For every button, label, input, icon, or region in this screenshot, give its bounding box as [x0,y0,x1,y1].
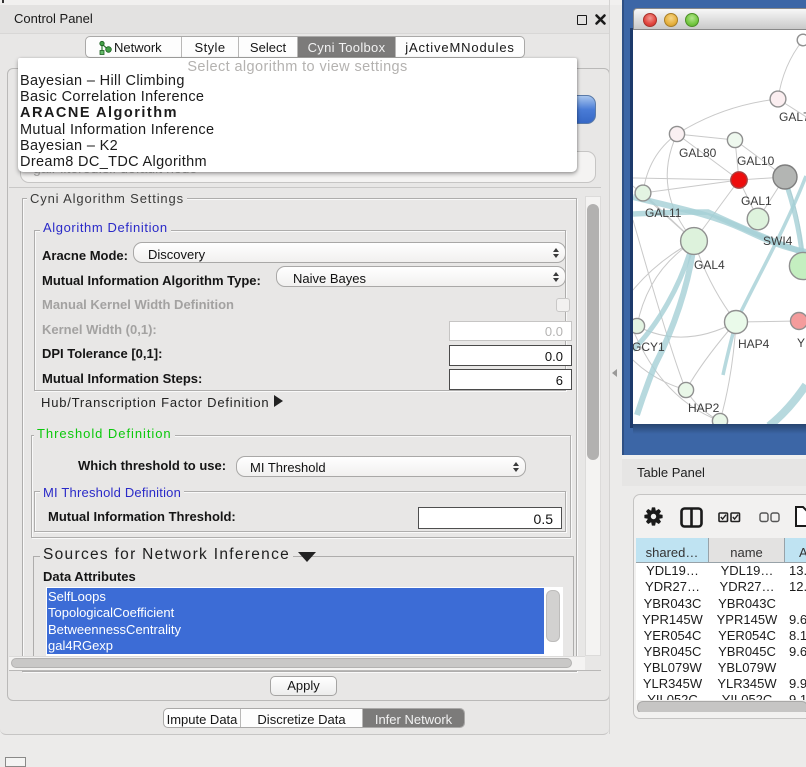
svg-text:GAL1: GAL1 [741,194,772,208]
svg-text:GAL80: GAL80 [679,146,717,160]
svg-text:GAL7: GAL7 [779,110,806,124]
svg-text:SWI4: SWI4 [763,234,793,248]
svg-text:HAP2: HAP2 [688,401,720,415]
svg-text:GAL4: GAL4 [694,258,725,272]
svg-text:GAL11: GAL11 [645,206,682,220]
svg-text:Y: Y [797,336,805,350]
svg-text:GCY1: GCY1 [633,340,665,354]
svg-text:HAP4: HAP4 [738,337,770,351]
svg-text:GAL10: GAL10 [737,154,775,168]
